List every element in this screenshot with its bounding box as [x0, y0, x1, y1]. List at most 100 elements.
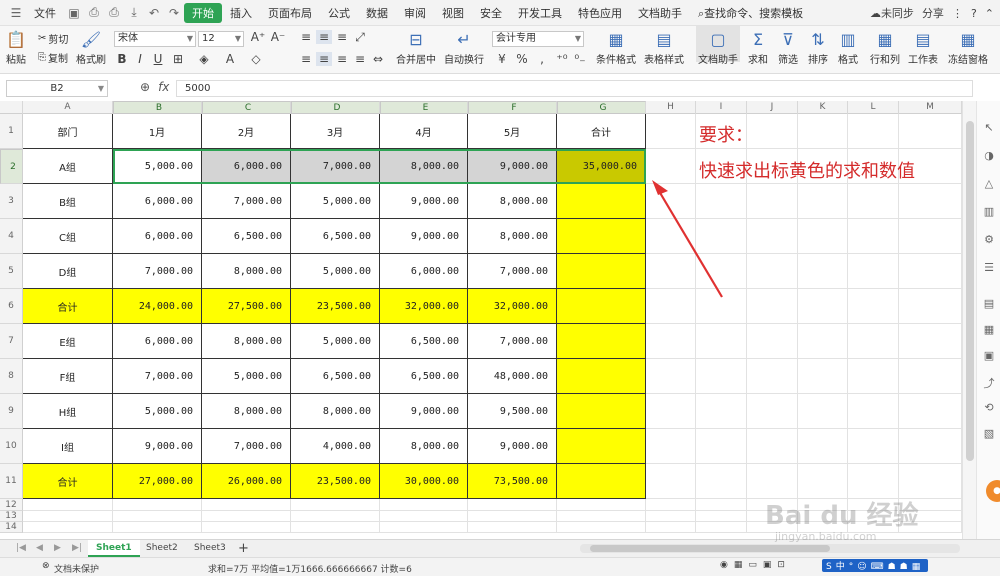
row-header-13[interactable]: 13 — [0, 511, 23, 522]
empty-cell[interactable] — [798, 289, 848, 324]
row-label-cell[interactable]: C组 — [23, 219, 113, 254]
row-header-3[interactable]: 3 — [0, 184, 23, 219]
column-header-m[interactable]: M — [899, 101, 962, 114]
empty-cell[interactable] — [848, 324, 899, 359]
filter-button[interactable]: ⊽ 筛选 — [778, 29, 798, 66]
row-label-cell[interactable]: A组 — [23, 149, 113, 184]
sum-button[interactable]: Σ 求和 — [748, 29, 768, 66]
empty-cell[interactable] — [380, 511, 468, 522]
value-cell[interactable]: 6,500.00 — [380, 359, 468, 394]
protect-status[interactable]: 文档未保护 — [54, 562, 99, 575]
value-cell[interactable]: 7,000.00 — [113, 359, 202, 394]
value-cell[interactable]: 6,000.00 — [113, 184, 202, 219]
empty-cell[interactable] — [202, 522, 291, 533]
distribute-icon[interactable]: ⇔ — [370, 52, 386, 66]
align-middle-icon[interactable]: ≡ — [316, 30, 332, 44]
redo-icon[interactable]: ↷ — [164, 6, 184, 20]
column-header-e[interactable]: E — [380, 101, 468, 114]
decrease-decimal-icon[interactable]: ⁰₋ — [572, 52, 588, 66]
empty-cell[interactable] — [696, 254, 747, 289]
column-header-b[interactable]: B — [113, 101, 202, 114]
value-cell[interactable] — [557, 289, 646, 324]
font-size-select[interactable]: 12 ▼ — [198, 31, 244, 47]
empty-cell[interactable] — [696, 184, 747, 219]
align-right-icon[interactable]: ≡ — [334, 52, 350, 66]
chart-icon[interactable]: ▥ — [981, 205, 997, 221]
column-header-h[interactable]: H — [646, 101, 696, 114]
value-cell[interactable]: 73,500.00 — [468, 464, 557, 499]
column-header-l[interactable]: L — [848, 101, 899, 114]
empty-cell[interactable] — [798, 394, 848, 429]
tab-features[interactable]: 特色应用 — [570, 5, 630, 21]
history-icon[interactable]: ⟲ — [981, 401, 997, 417]
empty-cell[interactable] — [747, 289, 798, 324]
empty-cell[interactable] — [798, 219, 848, 254]
value-cell[interactable]: 8,000.00 — [468, 219, 557, 254]
border-icon[interactable]: ⊞ — [170, 52, 186, 66]
header-cell[interactable]: 合计 — [557, 114, 646, 149]
empty-cell[interactable] — [696, 464, 747, 499]
orientation-icon[interactable]: ⤢ — [352, 30, 368, 45]
empty-cell[interactable] — [747, 254, 798, 289]
row-header-11[interactable]: 11 — [0, 464, 23, 499]
value-cell[interactable]: 6,500.00 — [291, 219, 380, 254]
value-cell[interactable]: 5,000.00 — [291, 324, 380, 359]
row-label-cell[interactable]: 合计 — [23, 464, 113, 499]
empty-cell[interactable] — [747, 114, 798, 149]
value-cell[interactable]: 32,000.00 — [468, 289, 557, 324]
shape-icon[interactable]: △ — [981, 177, 997, 193]
tab-home[interactable]: 开始 — [184, 2, 222, 23]
empty-cell[interactable] — [798, 184, 848, 219]
row-header-1[interactable]: 1 — [0, 114, 23, 149]
value-cell[interactable]: 8,000.00 — [202, 254, 291, 289]
currency-icon[interactable]: ¥ — [494, 52, 510, 66]
selection-summary[interactable]: 求和=7万 平均值=1万1666.666666667 计数=6 — [208, 562, 412, 575]
row-label-cell[interactable]: E组 — [23, 324, 113, 359]
header-cell[interactable]: 5月 — [468, 114, 557, 149]
align-bottom-icon[interactable]: ≡ — [334, 30, 350, 44]
clear-icon[interactable]: ◇ — [248, 52, 264, 66]
tab-view[interactable]: 视图 — [434, 5, 472, 21]
empty-cell[interactable] — [646, 149, 696, 184]
vertical-scrollbar[interactable] — [962, 101, 976, 539]
empty-cell[interactable] — [798, 464, 848, 499]
value-cell[interactable]: 8,000.00 — [468, 184, 557, 219]
value-cell[interactable]: 23,500.00 — [291, 464, 380, 499]
empty-cell[interactable] — [291, 511, 380, 522]
empty-cell[interactable] — [899, 359, 962, 394]
column-header-d[interactable]: D — [291, 101, 380, 114]
empty-cell[interactable] — [557, 522, 646, 533]
value-cell[interactable]: 5,000.00 — [291, 184, 380, 219]
tab-security[interactable]: 安全 — [472, 5, 510, 21]
empty-cell[interactable] — [468, 522, 557, 533]
column-header-c[interactable]: C — [202, 101, 291, 114]
empty-cell[interactable] — [113, 511, 202, 522]
worksheet-button[interactable]: ▤ 工作表 — [908, 29, 938, 66]
value-cell[interactable] — [557, 359, 646, 394]
select-icon[interactable]: ↖ — [981, 121, 997, 137]
row-col-button[interactable]: ▦ 行和列 — [870, 29, 900, 66]
column-header-k[interactable]: K — [798, 101, 848, 114]
align-top-icon[interactable]: ≡ — [298, 30, 314, 44]
empty-cell[interactable] — [202, 511, 291, 522]
empty-cell[interactable] — [899, 219, 962, 254]
column-header-j[interactable]: J — [747, 101, 798, 114]
more-icon[interactable]: ⋮ — [952, 7, 963, 20]
value-cell[interactable]: 7,000.00 — [468, 324, 557, 359]
empty-cell[interactable] — [899, 429, 962, 464]
column-header-i[interactable]: I — [696, 101, 747, 114]
tab-sheet2[interactable]: Sheet2 — [138, 540, 186, 557]
value-cell[interactable]: 6,500.00 — [380, 324, 468, 359]
row-header-12[interactable]: 12 — [0, 499, 23, 511]
empty-cell[interactable] — [113, 499, 202, 511]
empty-cell[interactable] — [747, 219, 798, 254]
empty-cell[interactable] — [899, 324, 962, 359]
increase-decimal-icon[interactable]: ⁺⁰ — [554, 52, 570, 66]
value-cell[interactable]: 6,000.00 — [380, 254, 468, 289]
empty-cell[interactable] — [646, 219, 696, 254]
comma-icon[interactable]: , — [534, 52, 550, 66]
tab-data[interactable]: 数据 — [358, 5, 396, 21]
empty-cell[interactable] — [380, 499, 468, 511]
empty-cell[interactable] — [747, 324, 798, 359]
italic-icon[interactable]: I — [132, 52, 148, 66]
